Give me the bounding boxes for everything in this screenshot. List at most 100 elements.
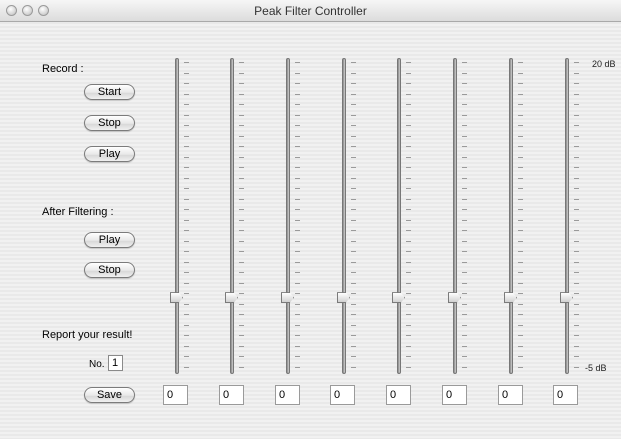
slider-tick [462, 177, 467, 179]
slider-tick [462, 240, 467, 242]
slider-tick [351, 156, 356, 158]
slider-tick [351, 62, 356, 63]
slider-thumb[interactable] [504, 292, 517, 304]
slider-track[interactable] [175, 58, 179, 374]
filter-slider-1[interactable] [170, 58, 195, 374]
slider-tick [351, 272, 356, 273]
slider-track[interactable] [230, 58, 234, 374]
slider-track[interactable] [342, 58, 346, 374]
value-field-2[interactable]: 0 [219, 385, 244, 405]
slider-tick [462, 282, 467, 284]
slider-tick [184, 198, 189, 200]
slider-tick [184, 272, 189, 273]
slider-thumb[interactable] [448, 292, 461, 304]
slider-tick [406, 177, 411, 179]
slider-track[interactable] [509, 58, 513, 374]
slider-tick [574, 261, 579, 263]
slider-tick [351, 240, 356, 242]
slider-tick [574, 293, 579, 294]
save-button[interactable]: Save [84, 387, 135, 403]
slider-thumb[interactable] [225, 292, 238, 304]
slider-tick [518, 230, 523, 231]
value-field-6[interactable]: 0 [442, 385, 467, 405]
filter-slider-7[interactable] [504, 58, 529, 374]
slider-thumb[interactable] [281, 292, 294, 304]
slider-tick [295, 62, 300, 63]
slider-tick [239, 293, 244, 294]
slider-tick [406, 93, 411, 95]
filter-slider-5[interactable] [392, 58, 417, 374]
value-field-7[interactable]: 0 [498, 385, 523, 405]
slider-track[interactable] [397, 58, 401, 374]
slider-tick [406, 188, 411, 189]
slider-thumb[interactable] [337, 292, 350, 304]
slider-tick [184, 209, 189, 210]
slider-tick [406, 230, 411, 231]
slider-tick [462, 188, 467, 189]
slider-tick [574, 104, 579, 105]
filter-slider-3[interactable] [281, 58, 306, 374]
value-field-1[interactable]: 0 [163, 385, 188, 405]
slider-tick [295, 335, 300, 336]
value-field-3[interactable]: 0 [275, 385, 300, 405]
filter-slider-4[interactable] [337, 58, 362, 374]
slider-tick [406, 261, 411, 263]
filter-slider-8[interactable] [560, 58, 585, 374]
slider-tick [462, 335, 467, 336]
slider-tick [184, 135, 189, 137]
slider-tick [518, 72, 523, 74]
slider-tick [574, 324, 579, 326]
slider-tick [295, 198, 300, 200]
slider-tick [406, 125, 411, 126]
value-field-8[interactable]: 0 [553, 385, 578, 405]
slider-tick [295, 303, 300, 305]
value-field-4[interactable]: 0 [330, 385, 355, 405]
slider-tick [295, 83, 300, 84]
slider-tick [462, 104, 467, 105]
slider-tick [184, 114, 189, 116]
after-stop-button[interactable]: Stop [84, 262, 135, 278]
slider-track[interactable] [453, 58, 457, 374]
slider-track[interactable] [565, 58, 569, 374]
slider-tick [574, 135, 579, 137]
after-play-button[interactable]: Play [84, 232, 135, 248]
slider-tick [462, 366, 467, 368]
slider-tick [239, 125, 244, 126]
slider-tick [518, 324, 523, 326]
slider-tick [518, 219, 523, 221]
slider-thumb[interactable] [560, 292, 573, 304]
slider-tick [295, 314, 300, 315]
slider-thumb[interactable] [170, 292, 183, 304]
slider-tick [295, 366, 300, 368]
slider-tick [239, 272, 244, 273]
slider-tick [295, 345, 300, 347]
slider-tick [518, 104, 523, 105]
record-start-button[interactable]: Start [84, 84, 135, 100]
slider-tick [239, 366, 244, 368]
slider-tick [239, 345, 244, 347]
slider-tick [184, 282, 189, 284]
slider-tick [462, 345, 467, 347]
slider-tick [406, 335, 411, 336]
slider-tick [184, 125, 189, 126]
slider-tick [184, 356, 189, 357]
number-field[interactable]: 1 [108, 355, 123, 371]
slider-tick [462, 146, 467, 147]
filter-slider-2[interactable] [225, 58, 250, 374]
slider-thumb[interactable] [392, 292, 405, 304]
slider-tick [574, 345, 579, 347]
slider-track[interactable] [286, 58, 290, 374]
slider-tick [574, 282, 579, 284]
record-play-button[interactable]: Play [84, 146, 135, 162]
filter-slider-6[interactable] [448, 58, 473, 374]
slider-tick [406, 135, 411, 137]
slider-tick [574, 219, 579, 221]
value-field-5[interactable]: 0 [386, 385, 411, 405]
slider-tick [184, 146, 189, 147]
record-stop-button[interactable]: Stop [84, 115, 135, 131]
slider-tick [295, 251, 300, 252]
slider-tick [184, 104, 189, 105]
slider-tick [518, 198, 523, 200]
slider-tick [239, 167, 244, 168]
slider-tick [406, 83, 411, 84]
